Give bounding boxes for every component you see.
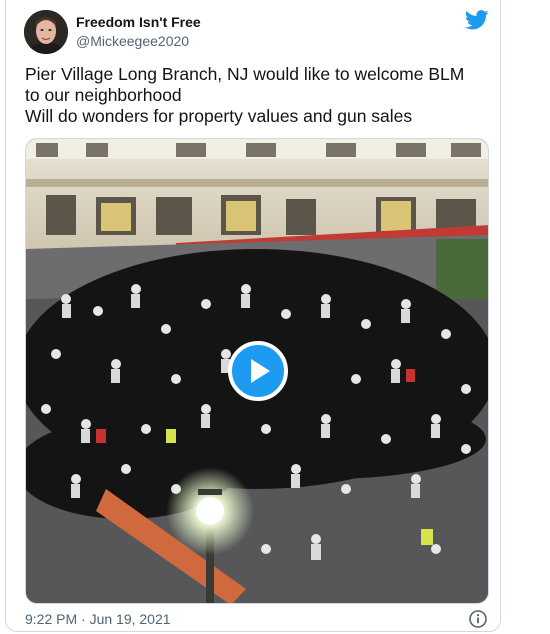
author-handle[interactable]: @Mickeegee2020 [76,33,189,49]
author-name[interactable]: Freedom Isn't Free [76,14,201,30]
tweet-text: Pier Village Long Branch, NJ would like … [25,64,485,127]
twitter-bird-icon[interactable] [464,10,489,30]
tweet-text-line: Pier Village Long Branch, NJ would like … [25,64,465,84]
video-player[interactable] [25,138,489,604]
tweet-text-line: Will do wonders for property values and … [25,106,413,126]
avatar-image [24,10,68,54]
play-button[interactable] [228,341,288,401]
avatar[interactable] [24,10,68,54]
info-icon[interactable] [468,609,488,629]
tweet-text-line: to our neighborhood [25,85,182,105]
tweet-card: Freedom Isn't Free @Mickeegee2020 Pier V… [5,0,501,632]
play-icon [251,359,270,383]
tweet-timestamp[interactable]: 9:22 PM · Jun 19, 2021 [25,611,171,627]
